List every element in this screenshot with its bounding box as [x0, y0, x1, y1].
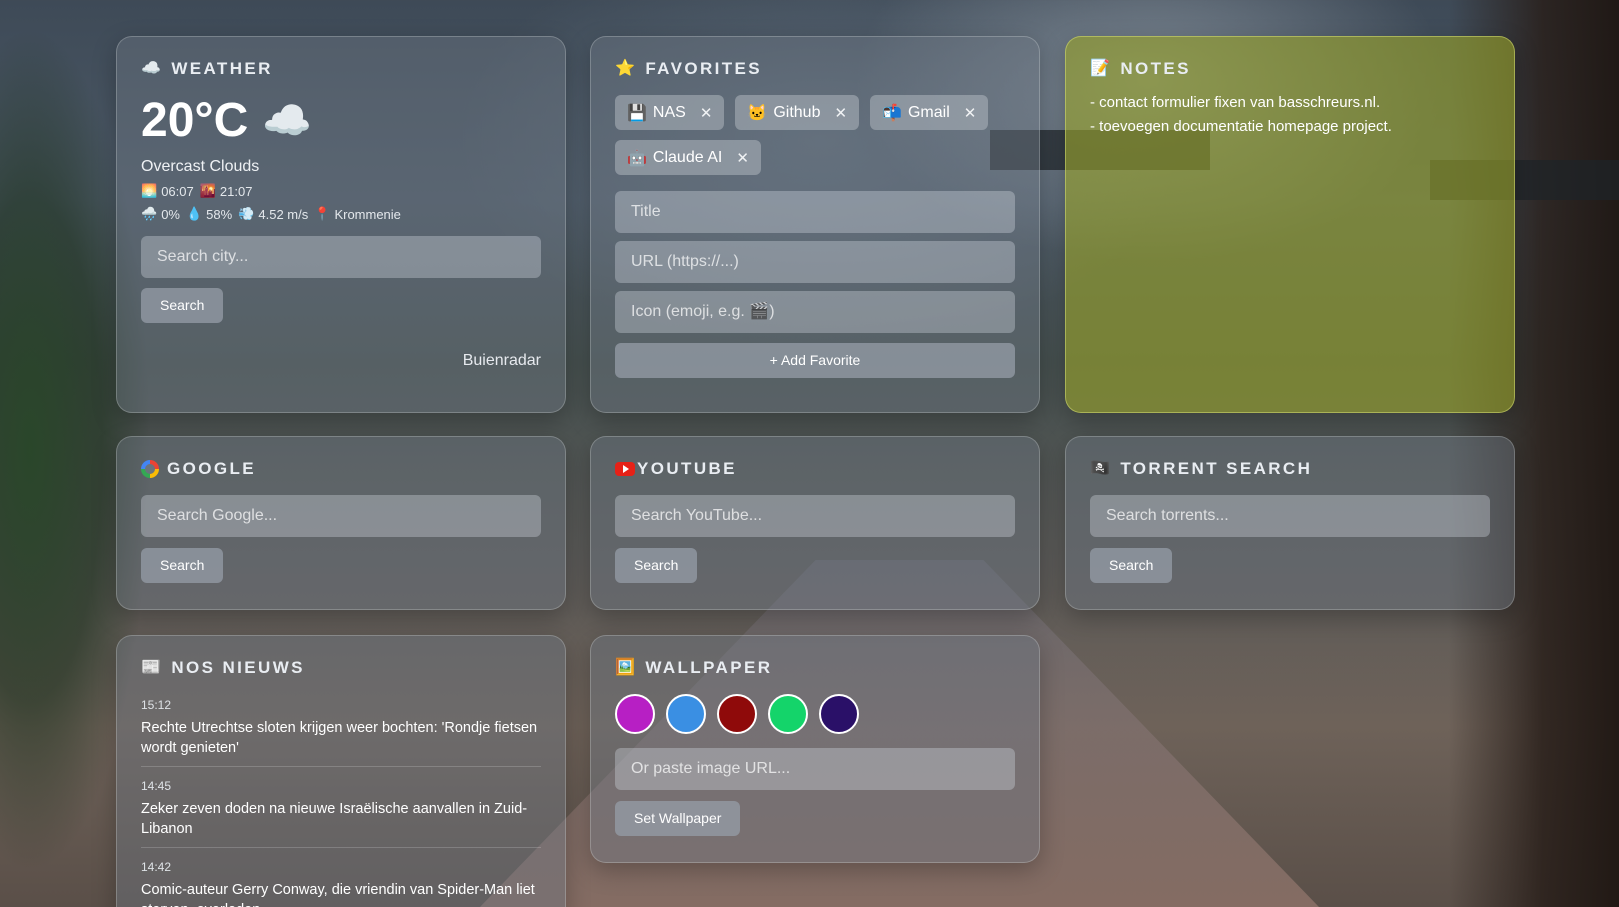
newspaper-icon: 📰 [141, 659, 164, 676]
wallpaper-swatch-green[interactable] [768, 694, 808, 734]
youtube-logo-icon [615, 462, 635, 476]
favorite-item[interactable]: 🐱 Github ✕ [735, 95, 860, 130]
city-search-input[interactable] [141, 236, 541, 278]
wind-value: 4.52 m/s [258, 206, 309, 222]
wallpaper-swatch-blue[interactable] [666, 694, 706, 734]
framed-picture-icon: 🖼️ [615, 659, 638, 676]
news-item[interactable]: 14:42 Comic-auteur Gerry Conway, die vri… [141, 848, 541, 907]
favorite-icon: 🐱 [747, 104, 768, 122]
youtube-title: YOUTUBE [615, 459, 1015, 479]
news-headline[interactable]: Comic-auteur Gerry Conway, die vriendin … [141, 880, 541, 907]
set-wallpaper-button[interactable]: Set Wallpaper [615, 801, 741, 836]
remove-favorite-icon[interactable]: ✕ [834, 104, 847, 122]
star-icon: ⭐ [615, 60, 638, 77]
note-line: - contact formulier fixen van basschreur… [1090, 94, 1381, 111]
favorite-item[interactable]: 🤖 Claude AI ✕ [615, 140, 761, 175]
favorite-label: Claude AI [652, 148, 723, 166]
news-headline[interactable]: Rechte Utrechtse sloten krijgen weer boc… [141, 718, 541, 758]
location-pin-icon: 📍 [314, 206, 331, 221]
wallpaper-title: 🖼️ WALLPAPER [615, 658, 773, 677]
favorites-card: ⭐ FAVORITES 💾 NAS ✕ 🐱 Github ✕ 📬 Gmail ✕… [590, 36, 1040, 413]
add-favorite-form [615, 191, 1015, 333]
google-card: GOOGLE Search [116, 436, 566, 610]
youtube-search-input[interactable] [615, 495, 1015, 537]
torrent-search-input[interactable] [1090, 495, 1490, 537]
location-name: Krommenie [334, 206, 401, 222]
notes-textarea[interactable]: - contact formulier fixen van basschreur… [1090, 91, 1490, 139]
torrent-title: 🏴‍☠️ TORRENT SEARCH [1090, 459, 1313, 478]
note-line: - toevoegen documentatie homepage projec… [1090, 118, 1392, 135]
weather-card: ☁️ WEATHER 20°C ☁️ Overcast Clouds 🌅 06:0… [116, 36, 566, 413]
droplet-icon: 💧 [185, 206, 203, 221]
temperature-value: 20°C [141, 94, 249, 147]
wind-icon: 💨 [238, 206, 255, 221]
sunset-icon: 🌇 [199, 183, 216, 198]
favorite-icon: 🤖 [627, 149, 647, 167]
wallpaper-url-input[interactable] [615, 748, 1015, 790]
weather-details: 🌧️ 0% 💧 58% 💨 4.52 m/s 📍 Krommenie [141, 206, 541, 222]
cloud-icon: ☁️ [262, 99, 313, 143]
torrent-search-button[interactable]: Search [1090, 548, 1173, 583]
youtube-card: YOUTUBE Search [590, 436, 1040, 610]
notes-card: 📝 NOTES - contact formulier fixen van ba… [1065, 36, 1515, 413]
pirate-flag-icon: 🏴‍☠️ [1090, 460, 1113, 477]
favorites-title: ⭐ FAVORITES [615, 59, 763, 78]
favorite-label: Github [773, 103, 821, 121]
favorite-icon: 💾 [627, 104, 647, 122]
wallpaper-swatch-indigo[interactable] [819, 694, 859, 734]
wallpaper-swatches [615, 694, 1015, 734]
memo-icon: 📝 [1090, 60, 1113, 77]
weather-description: Overcast Clouds [141, 158, 260, 175]
remove-favorite-icon[interactable]: ✕ [736, 149, 749, 167]
favorite-icon-input[interactable] [615, 291, 1015, 333]
news-time: 14:45 [141, 779, 172, 793]
humidity-value: 58% [206, 206, 233, 222]
sunset-time: 21:07 [219, 183, 253, 199]
sunrise-icon: 🌅 [141, 183, 158, 198]
youtube-search-button[interactable]: Search [615, 548, 698, 583]
favorite-label: Gmail [907, 103, 950, 121]
precipitation-value: 0% [161, 206, 180, 222]
favorite-icon: 📬 [882, 104, 902, 122]
favorite-item[interactable]: 💾 NAS ✕ [615, 95, 725, 130]
sunrise-time: 06:07 [161, 183, 194, 199]
torrent-card: 🏴‍☠️ TORRENT SEARCH Search [1065, 436, 1515, 610]
remove-favorite-icon[interactable]: ✕ [700, 104, 713, 122]
news-headline[interactable]: Zeker zeven doden na nieuwe Israëlische … [141, 799, 541, 839]
favorite-label: NAS [652, 103, 686, 121]
sun-times: 🌅 06:07 🌇 21:07 [141, 183, 541, 199]
google-search-button[interactable]: Search [141, 548, 224, 583]
rain-icon: 🌧️ [141, 206, 158, 221]
google-title: GOOGLE [141, 459, 541, 479]
news-time: 15:12 [141, 698, 172, 712]
favorites-list: 💾 NAS ✕ 🐱 Github ✕ 📬 Gmail ✕ 🤖 Claude AI… [615, 95, 1015, 175]
news-card: 📰 NOS NIEUWS 15:12 Rechte Utrechtse slot… [116, 635, 566, 907]
news-time: 14:42 [141, 860, 172, 874]
news-title: 📰 NOS NIEUWS [141, 658, 305, 677]
add-favorite-button[interactable]: + Add Favorite [615, 343, 1015, 378]
google-logo-icon [141, 460, 159, 478]
wallpaper-swatch-purple[interactable] [615, 694, 655, 734]
wallpaper-swatch-red[interactable] [717, 694, 757, 734]
weather-title: ☁️ WEATHER [141, 59, 273, 78]
weather-source-link[interactable]: Buienradar [463, 352, 541, 370]
news-item[interactable]: 15:12 Rechte Utrechtse sloten krijgen we… [141, 686, 541, 767]
favorite-item[interactable]: 📬 Gmail ✕ [870, 95, 989, 130]
favorite-url-input[interactable] [615, 241, 1015, 283]
wallpaper-card: 🖼️ WALLPAPER Set Wallpaper [590, 635, 1040, 863]
notes-title: 📝 NOTES [1090, 59, 1191, 78]
google-search-input[interactable] [141, 495, 541, 537]
temperature-row: 20°C ☁️ [141, 93, 541, 148]
remove-favorite-icon[interactable]: ✕ [964, 104, 977, 122]
news-item[interactable]: 14:45 Zeker zeven doden na nieuwe Israël… [141, 767, 541, 848]
cloud-icon: ☁️ [141, 60, 164, 77]
city-search-button[interactable]: Search [141, 288, 224, 323]
favorite-title-input[interactable] [615, 191, 1015, 233]
